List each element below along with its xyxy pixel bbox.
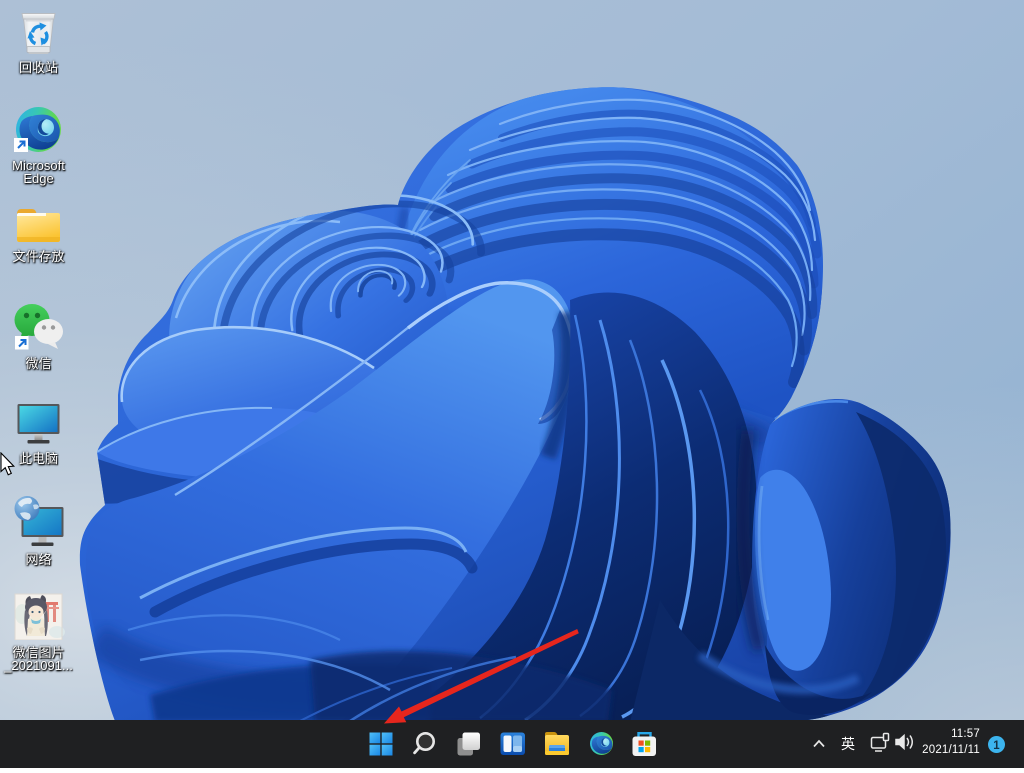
- svg-text:英: 英: [841, 736, 855, 752]
- svg-text:1: 1: [993, 740, 1000, 752]
